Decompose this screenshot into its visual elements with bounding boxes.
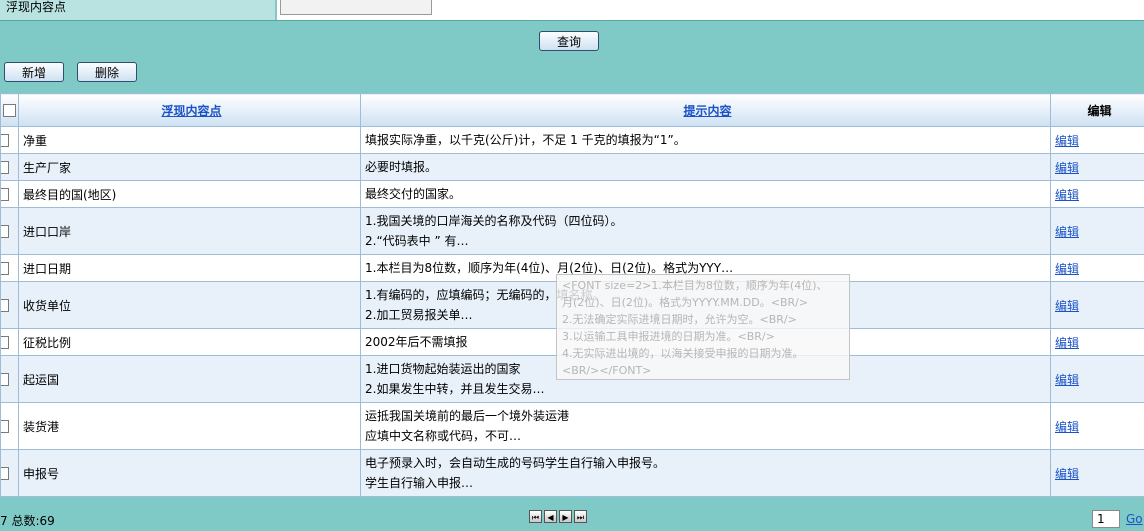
row-field: 最终目的国(地区): [18, 180, 361, 208]
tooltip-line: 3.以运输工具申报进境的日期为准。<BR/>: [562, 330, 775, 343]
row-field: 申报号: [18, 449, 361, 497]
row-checkbox[interactable]: [1, 467, 9, 480]
page-number-input[interactable]: 1: [1092, 510, 1120, 528]
row-edit-link[interactable]: 编辑: [1055, 262, 1079, 276]
select-all-checkbox[interactable]: [2, 104, 16, 117]
header-field: 浮现内容点: [18, 93, 361, 127]
tooltip-line: 月(2位)、日(2位)。格式为YYYY.MM.DD。<BR/>: [562, 296, 809, 309]
row-field: 装货港: [18, 402, 361, 450]
prev-page-icon[interactable]: ◀: [544, 510, 557, 523]
total-count: 7 总数:69: [0, 514, 55, 528]
add-button[interactable]: 新增: [4, 62, 64, 82]
table-row: 申报号 电子预录入时，会自动生成的号码学生自行输入申报号。 学生自行输入申报… 编…: [0, 449, 1144, 497]
table-row: 生产厂家 必要时填报。 编辑: [0, 153, 1144, 181]
query-button[interactable]: 查询: [539, 31, 599, 51]
row-field: 进口日期: [18, 254, 361, 282]
search-cell: [277, 0, 1144, 20]
delete-button[interactable]: 删除: [77, 62, 137, 82]
tooltip-line: 2.无法确定实际进境日期时，允许为空。<BR/>: [562, 313, 797, 326]
row-edit-link[interactable]: 编辑: [1055, 467, 1079, 481]
row-edit-link[interactable]: 编辑: [1055, 373, 1079, 387]
table-row: 最终目的国(地区) 最终交付的国家。 编辑: [0, 180, 1144, 208]
row-checkbox[interactable]: [1, 161, 9, 174]
search-row: 浮现内容点: [0, 0, 1144, 21]
row-edit-link[interactable]: 编辑: [1055, 336, 1079, 350]
row-checkbox[interactable]: [1, 336, 9, 349]
row-field: 起运国: [18, 355, 361, 403]
search-input[interactable]: [280, 0, 432, 15]
tooltip-line: <FONT size=2>1.本栏目为8位数，顺序为年(4位)、: [562, 279, 828, 292]
header-hint: 提示内容: [360, 93, 1051, 127]
table-header-row: 浮现内容点 提示内容 编辑: [0, 93, 1144, 127]
row-edit-link[interactable]: 编辑: [1055, 225, 1079, 239]
row-field: 生产厂家: [18, 153, 361, 181]
select-all-cell: [0, 93, 19, 127]
row-hint: 运抵我国关境前的最后一个境外装运港 应填中文名称或代码，不可…: [360, 402, 1051, 450]
row-edit-link[interactable]: 编辑: [1055, 299, 1079, 313]
row-checkbox[interactable]: [1, 188, 9, 201]
row-checkbox[interactable]: [1, 373, 9, 386]
row-edit-link[interactable]: 编辑: [1055, 420, 1079, 434]
row-edit-link[interactable]: 编辑: [1055, 161, 1079, 175]
row-checkbox[interactable]: [1, 299, 9, 312]
row-checkbox[interactable]: [1, 262, 9, 275]
row-field: 进口口岸: [18, 207, 361, 255]
row-field: 收货单位: [18, 281, 361, 329]
row-hint: 最终交付的国家。: [360, 180, 1051, 208]
row-field: 征税比例: [18, 328, 361, 356]
row-field: 净重: [18, 126, 361, 154]
row-checkbox[interactable]: [1, 134, 9, 147]
sort-hint-link[interactable]: 提示内容: [683, 104, 731, 118]
go-link[interactable]: Go: [1126, 512, 1143, 526]
pager-bar: 7 总数:69 ⏮ ◀ ▶ ⏭ 1 Go: [0, 497, 1144, 531]
first-page-icon[interactable]: ⏮: [529, 510, 542, 523]
sort-field-link[interactable]: 浮现内容点: [161, 104, 221, 118]
row-edit-link[interactable]: 编辑: [1055, 188, 1079, 202]
search-label: 浮现内容点: [0, 0, 276, 20]
row-checkbox[interactable]: [1, 225, 9, 238]
table-row: 装货港 运抵我国关境前的最后一个境外装运港 应填中文名称或代码，不可… 编辑: [0, 402, 1144, 450]
next-page-icon[interactable]: ▶: [559, 510, 572, 523]
row-hint: 填报实际净重，以千克(公斤)计，不足 1 千克的填报为“1”。: [360, 126, 1051, 154]
row-checkbox[interactable]: [1, 420, 9, 433]
row-hint: 1.我国关境的口岸海关的名称及代码（四位码）。 2.“代码表中 ” 有…: [360, 207, 1051, 255]
header-edit: 编辑: [1050, 93, 1144, 127]
row-hint: 电子预录入时，会自动生成的号码学生自行输入申报号。 学生自行输入申报…: [360, 449, 1051, 497]
pager-controls: ⏮ ◀ ▶ ⏭: [529, 509, 589, 523]
row-hint: 必要时填报。: [360, 153, 1051, 181]
hint-tooltip: <FONT size=2>1.本栏目为8位数，顺序为年(4位)、 月(2位)、日…: [556, 274, 850, 380]
tooltip-line: <BR/></FONT>: [562, 364, 652, 377]
row-edit-link[interactable]: 编辑: [1055, 134, 1079, 148]
table-row: 净重 填报实际净重，以千克(公斤)计，不足 1 千克的填报为“1”。 编辑: [0, 126, 1144, 154]
tooltip-line: 4.无实际进出境的，以海关接受申报的日期为准。: [562, 347, 804, 360]
table-row: 进口口岸 1.我国关境的口岸海关的名称及代码（四位码）。 2.“代码表中 ” 有……: [0, 207, 1144, 255]
last-page-icon[interactable]: ⏭: [574, 510, 587, 523]
